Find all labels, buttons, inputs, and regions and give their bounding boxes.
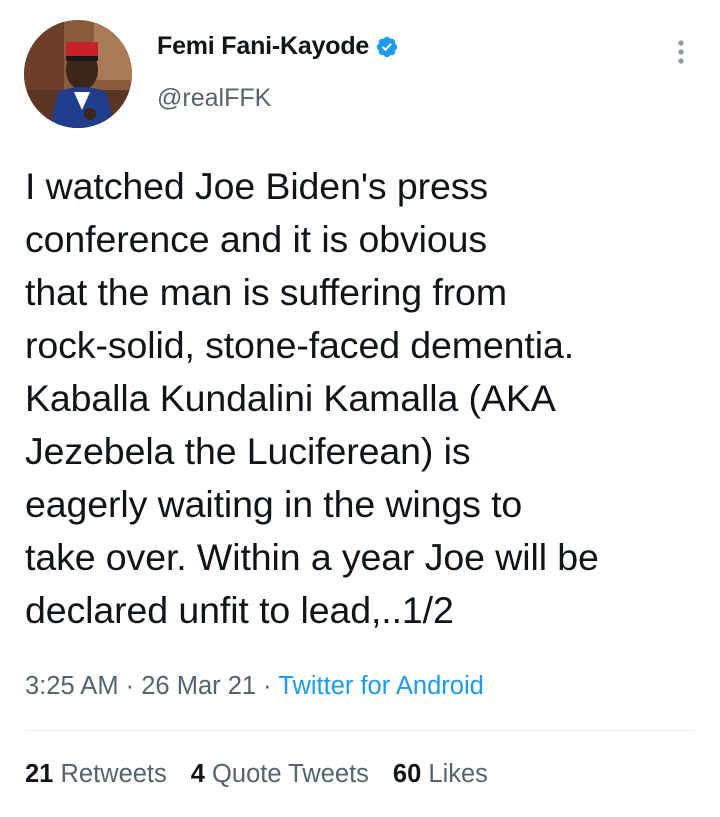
- avatar[interactable]: [24, 20, 132, 128]
- tweet-line: rock-solid, stone-faced dementia.: [25, 324, 575, 366]
- author-display-name[interactable]: Femi Fani-Kayode: [157, 32, 369, 61]
- tweet-date[interactable]: 26 Mar 21: [141, 672, 256, 700]
- retweets-label: Retweets: [60, 760, 167, 788]
- divider: [25, 730, 695, 731]
- tweet-line: Kaballa Kundalini Kamalla (AKA: [25, 377, 556, 419]
- tweet-time[interactable]: 3:25 AM: [25, 672, 119, 700]
- tweet-line: I watched Joe Biden's press: [25, 165, 489, 207]
- meta-separator: ·: [125, 672, 135, 700]
- tweet-line: eagerly waiting in the wings to: [25, 483, 523, 525]
- tweet-text: I watched Joe Biden's press conference a…: [25, 160, 705, 637]
- more-options-icon[interactable]: [671, 36, 691, 68]
- tweet-meta: 3:25 AM · 26 Mar 21 · Twitter for Androi…: [25, 672, 484, 701]
- tweet-source-link[interactable]: Twitter for Android: [278, 672, 484, 700]
- tweet-stats: 21 Retweets 4 Quote Tweets 60 Likes: [25, 760, 512, 789]
- tweet-line: take over. Within a year Joe will be: [25, 536, 599, 578]
- quotes-label: Quote Tweets: [212, 760, 369, 788]
- tweet-line: declared unfit to lead,..1/2: [25, 589, 454, 631]
- tweet-line: Jezebela the Luciferean) is: [25, 430, 471, 472]
- likes-count: 60: [392, 760, 422, 788]
- retweets-count: 21: [25, 760, 54, 788]
- quotes-count: 4: [190, 760, 205, 788]
- retweets-stat[interactable]: 21 Retweets: [25, 760, 167, 789]
- meta-separator: ·: [263, 672, 272, 700]
- tweet-line: that the man is suffering from: [25, 271, 507, 313]
- likes-label: Likes: [428, 760, 488, 788]
- quote-tweets-stat[interactable]: 4 Quote Tweets: [191, 760, 369, 789]
- author-handle[interactable]: @realFFK: [157, 84, 271, 113]
- tweet-line: conference and it is obvious: [25, 218, 488, 260]
- verified-badge-icon: [376, 36, 398, 57]
- likes-stat[interactable]: 60 Likes: [393, 760, 488, 789]
